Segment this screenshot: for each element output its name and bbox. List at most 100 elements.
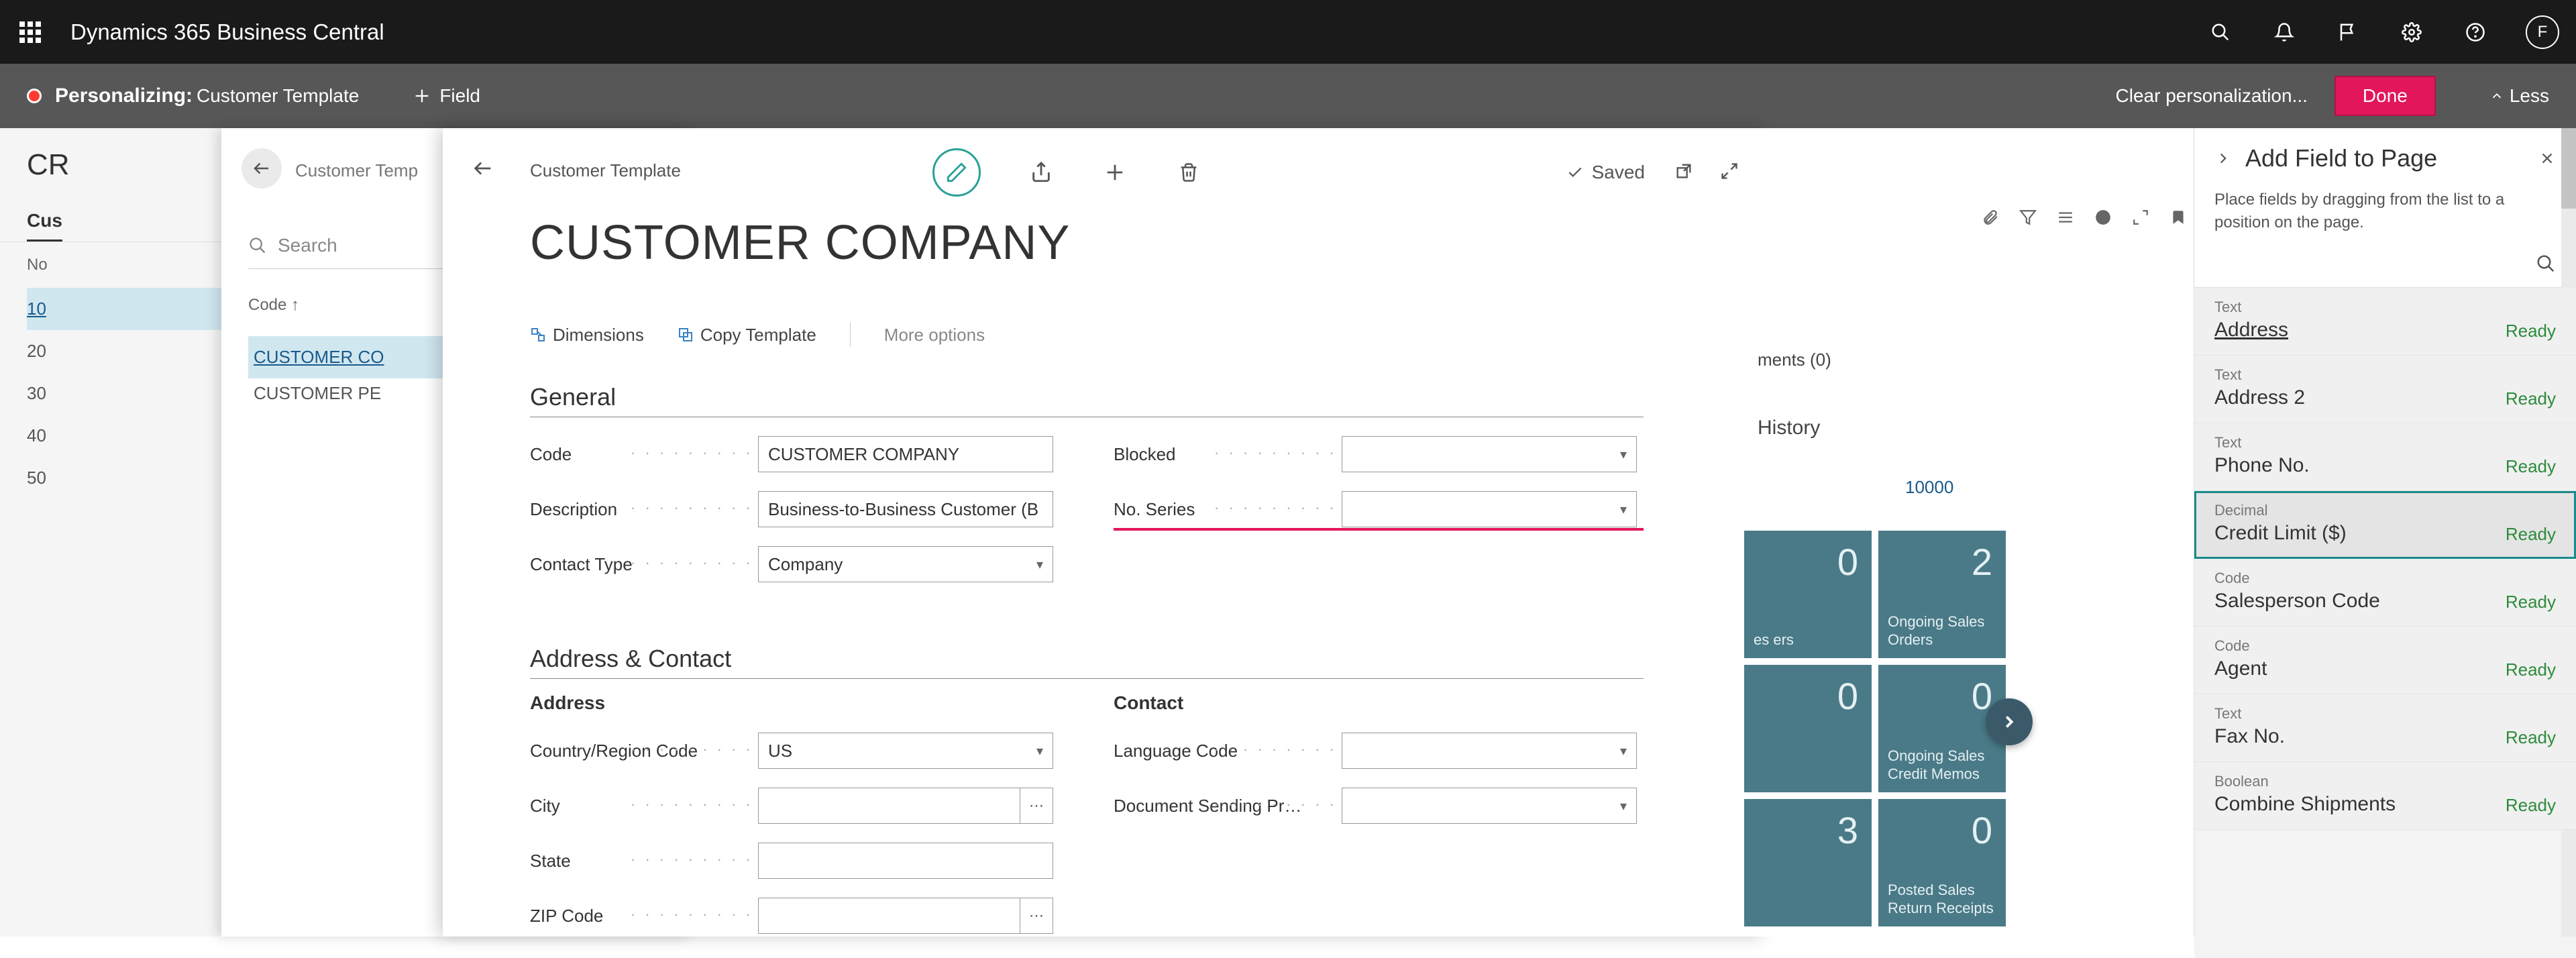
bg2-crumb: Customer Temp <box>295 160 418 181</box>
cue-tile[interactable]: 3 <box>1744 799 1872 926</box>
popout-button[interactable] <box>1674 162 1693 180</box>
zip-label: ZIP Code <box>530 906 758 926</box>
personalizing-label: Personalizing: <box>55 85 193 107</box>
field-item[interactable]: TextAddress 2Ready <box>2194 356 2576 423</box>
bg1-tab[interactable]: Cus <box>27 202 62 242</box>
city-lookup-button[interactable]: ⋯ <box>1020 788 1053 824</box>
field-item[interactable]: DecimalCredit Limit ($)Ready <box>2194 491 2576 559</box>
expand-button[interactable] <box>1720 162 1739 180</box>
dimensions-action[interactable]: Dimensions <box>530 325 644 345</box>
flag-icon[interactable] <box>2334 19 2361 46</box>
docsend-select[interactable]: ▾ <box>1342 788 1637 824</box>
panel-search-button[interactable] <box>2536 254 2556 274</box>
field-status: Ready <box>2506 592 2556 613</box>
section-general-title[interactable]: General <box>530 383 1644 417</box>
field-item[interactable]: TextAddressReady <box>2194 288 2576 356</box>
field-item[interactable]: TextPhone No.Ready <box>2194 423 2576 491</box>
info-icon[interactable] <box>2094 209 2112 226</box>
bg2-col[interactable]: Code ↑ <box>248 296 299 315</box>
collapse-panel-button[interactable] <box>2214 150 2232 167</box>
state-label: State <box>530 851 758 871</box>
edit-button[interactable] <box>932 148 981 197</box>
more-options-action[interactable]: More options <box>884 325 985 345</box>
blocked-select[interactable]: ▾ <box>1342 436 1637 472</box>
breadcrumb[interactable]: Customer Template <box>530 160 681 181</box>
no-series-select[interactable]: ▾ <box>1342 491 1637 527</box>
code-input[interactable] <box>758 436 1053 472</box>
language-label: Language Code <box>1114 741 1342 761</box>
back-button[interactable] <box>463 148 503 189</box>
share-button[interactable] <box>1028 159 1055 186</box>
field-name: Address <box>2214 319 2556 341</box>
next-button[interactable] <box>1986 698 2033 745</box>
search-icon <box>248 236 267 255</box>
contact-subhead: Contact <box>1114 692 1644 714</box>
field-item[interactable]: BooleanCombine ShipmentsReady <box>2194 762 2576 830</box>
recording-icon <box>27 89 42 103</box>
pencil-icon <box>945 161 968 184</box>
gear-icon[interactable] <box>2398 19 2425 46</box>
expand-icon[interactable] <box>2132 209 2149 226</box>
cue-tile[interactable]: 2Ongoing Sales Orders <box>1878 531 2006 658</box>
chevron-down-icon: ▾ <box>1620 743 1627 759</box>
field-status: Ready <box>2506 456 2556 477</box>
popout-icon <box>1674 162 1693 180</box>
chevron-down-icon: ▾ <box>1620 501 1627 518</box>
copy-template-action[interactable]: Copy Template <box>678 325 816 345</box>
field-status: Ready <box>2506 795 2556 816</box>
close-panel-button[interactable] <box>2538 150 2556 167</box>
new-button[interactable] <box>1102 159 1128 186</box>
bg2-row[interactable]: CUSTOMER PE <box>254 383 381 404</box>
highlight-line <box>1114 528 1644 531</box>
field-type: Decimal <box>2214 502 2556 519</box>
description-label: Description <box>530 499 758 520</box>
personalization-bar: Personalizing: Customer Template Field C… <box>0 64 2576 128</box>
state-input[interactable] <box>758 843 1053 879</box>
zip-lookup-button[interactable]: ⋯ <box>1020 898 1053 934</box>
back-button[interactable] <box>241 148 282 189</box>
chevron-down-icon: ▾ <box>1036 556 1043 573</box>
share-icon <box>1030 161 1053 184</box>
description-input[interactable] <box>758 491 1053 527</box>
bell-icon[interactable] <box>2271 19 2298 46</box>
attach-icon[interactable] <box>1982 209 1999 226</box>
field-item[interactable]: CodeAgentReady <box>2194 627 2576 694</box>
add-field-panel: Add Field to Page Place fields by draggi… <box>2194 128 2576 937</box>
blocked-label: Blocked <box>1114 444 1342 465</box>
avatar[interactable]: F <box>2526 15 2559 49</box>
add-field-button[interactable]: Field <box>413 85 480 107</box>
delete-button[interactable] <box>1175 159 1202 186</box>
cue-tile[interactable]: 0 <box>1744 665 1872 792</box>
help-icon[interactable] <box>2462 19 2489 46</box>
command-bar: Dimensions Copy Template More options <box>530 323 985 347</box>
clear-personalization-button[interactable]: Clear personalization... <box>2116 85 2308 107</box>
app-launcher-icon[interactable] <box>17 19 44 46</box>
field-item[interactable]: TextFax No.Ready <box>2194 694 2576 762</box>
field-type: Boolean <box>2214 773 2556 790</box>
history-label[interactable]: History <box>1758 417 1820 439</box>
cue-tile[interactable]: 0Posted Sales Return Receipts <box>1878 799 2006 926</box>
saved-indicator: Saved <box>1566 162 1645 183</box>
attachments-label[interactable]: ments (0) <box>1758 350 1831 370</box>
country-label: Country/Region Code <box>530 741 758 761</box>
done-button[interactable]: Done <box>2334 76 2436 116</box>
country-select[interactable]: US ▾ <box>758 733 1053 769</box>
language-select[interactable]: ▾ <box>1342 733 1637 769</box>
field-name: Agent <box>2214 657 2556 680</box>
bookmark-icon[interactable] <box>2169 209 2187 226</box>
field-item[interactable]: CodeSalesperson CodeReady <box>2194 559 2576 627</box>
customer-no[interactable]: 10000 <box>1905 477 1953 498</box>
field-status: Ready <box>2506 388 2556 409</box>
section-address-title[interactable]: Address & Contact <box>530 645 1644 679</box>
cue-tile[interactable]: 0es ers <box>1744 531 1872 658</box>
list-icon[interactable] <box>2057 209 2074 226</box>
trash-icon <box>1179 162 1199 182</box>
zip-input[interactable] <box>758 898 1020 934</box>
filter-icon[interactable] <box>2019 209 2037 226</box>
search-icon[interactable] <box>2207 19 2234 46</box>
contact-type-select[interactable]: Company ▾ <box>758 546 1053 582</box>
dimensions-icon <box>530 327 546 343</box>
city-input[interactable] <box>758 788 1020 824</box>
less-button[interactable]: Less <box>2489 85 2549 107</box>
field-status: Ready <box>2506 321 2556 341</box>
